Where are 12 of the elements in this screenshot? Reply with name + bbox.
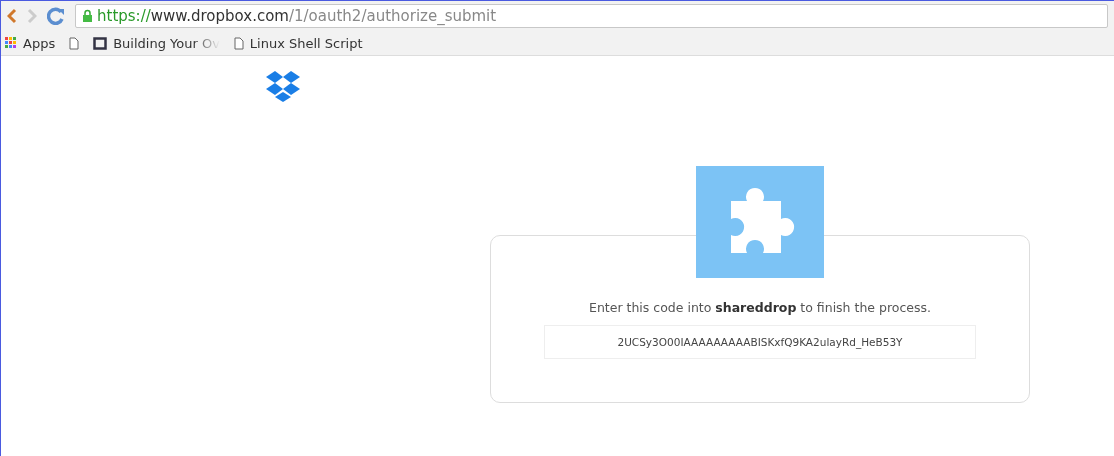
back-icon[interactable] — [7, 8, 17, 24]
dropbox-logo — [265, 70, 301, 102]
reload-icon[interactable] — [47, 7, 65, 25]
instruction-text: Enter this code into shareddrop to finish the process. — [589, 300, 931, 315]
page-bookmark-icon[interactable] — [69, 36, 80, 50]
bookmark[interactable]: Linux Shell Script — [233, 35, 363, 51]
bookmark[interactable]: Apps — [5, 35, 56, 51]
page-icon — [233, 36, 244, 50]
address-bar[interactable]: https://www.dropbox.com/1/oauth2/authorize_submit — [75, 4, 1108, 28]
code-field[interactable]: 2UCSy3O00IAAAAAAAAABISKxfQ9KA2ulayRd_HeB53Y — [544, 325, 976, 359]
apps-grid-icon — [5, 37, 17, 49]
window-icon — [93, 36, 108, 50]
